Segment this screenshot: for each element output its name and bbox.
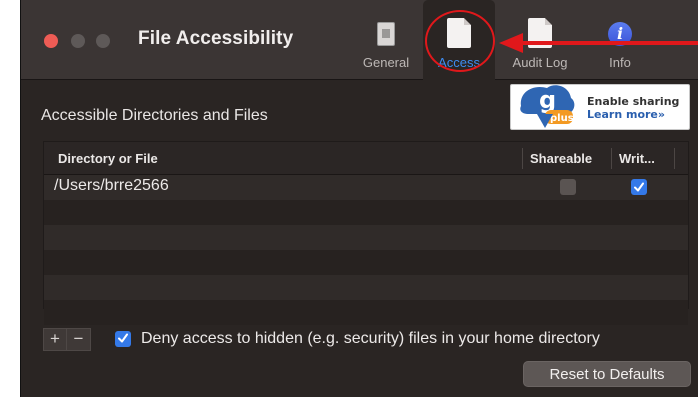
globus-plus-logo-icon: g plus [520, 85, 575, 128]
zoom-window-button[interactable] [96, 34, 110, 48]
column-header-directory[interactable]: Directory or File [58, 151, 158, 166]
globus-logo-letter: g [539, 86, 556, 114]
deny-hidden-option[interactable]: Deny access to hidden (e.g. security) fi… [115, 330, 600, 348]
add-button[interactable]: + [43, 328, 67, 351]
close-window-button[interactable] [44, 34, 58, 48]
column-separator[interactable] [674, 148, 675, 169]
globus-sharing-banner[interactable]: g plus Enable sharing Learn more» [510, 84, 690, 130]
globus-learn-more-link[interactable]: Learn more» [587, 108, 679, 121]
add-remove-control: + − [43, 328, 91, 351]
deny-hidden-checkbox[interactable] [115, 331, 131, 347]
table-row-empty [44, 300, 688, 325]
table-header: Directory or File Shareable Writ... [44, 142, 688, 175]
table-row-empty [44, 275, 688, 300]
globus-logo-sub: plus [550, 113, 574, 124]
window-title: File Accessibility [138, 28, 294, 49]
column-header-shareable[interactable]: Shareable [530, 151, 592, 166]
column-separator[interactable] [611, 148, 612, 169]
tab-general[interactable]: General [355, 0, 417, 80]
table-row-empty [44, 225, 688, 250]
annotation-highlight-circle [425, 10, 495, 72]
globus-banner-text: Enable sharing Learn more» [587, 95, 679, 121]
section-title: Accessible Directories and Files [41, 107, 268, 124]
tab-info-label: Info [609, 55, 631, 70]
remove-button[interactable]: − [67, 328, 91, 351]
table-row-empty [44, 200, 688, 225]
globus-enable-sharing: Enable sharing [587, 95, 680, 108]
annotation-arrow-icon [499, 33, 698, 53]
table-row[interactable]: /Users/brre2566 [44, 175, 688, 200]
writable-checkbox[interactable] [631, 179, 647, 195]
row-path: /Users/brre2566 [54, 177, 169, 194]
file-accessibility-window: File Accessibility General Access Audit … [20, 0, 698, 397]
general-prefs-icon [377, 22, 395, 46]
accessible-files-table: Directory or File Shareable Writ... /Use… [43, 141, 689, 325]
tab-audit-log-label: Audit Log [512, 55, 568, 70]
minimize-window-button[interactable] [71, 34, 85, 48]
checkmark-icon [118, 333, 128, 343]
column-header-writable[interactable]: Writ... [619, 151, 655, 166]
deny-hidden-label: Deny access to hidden (e.g. security) fi… [141, 330, 600, 347]
checkmark-icon [634, 182, 644, 192]
shareable-checkbox[interactable] [560, 179, 576, 195]
tab-general-label: General [362, 55, 410, 70]
column-separator[interactable] [522, 148, 523, 169]
table-row-empty [44, 250, 688, 275]
table-body: /Users/brre2566 [44, 175, 688, 325]
reset-to-defaults-button[interactable]: Reset to Defaults [523, 361, 691, 387]
